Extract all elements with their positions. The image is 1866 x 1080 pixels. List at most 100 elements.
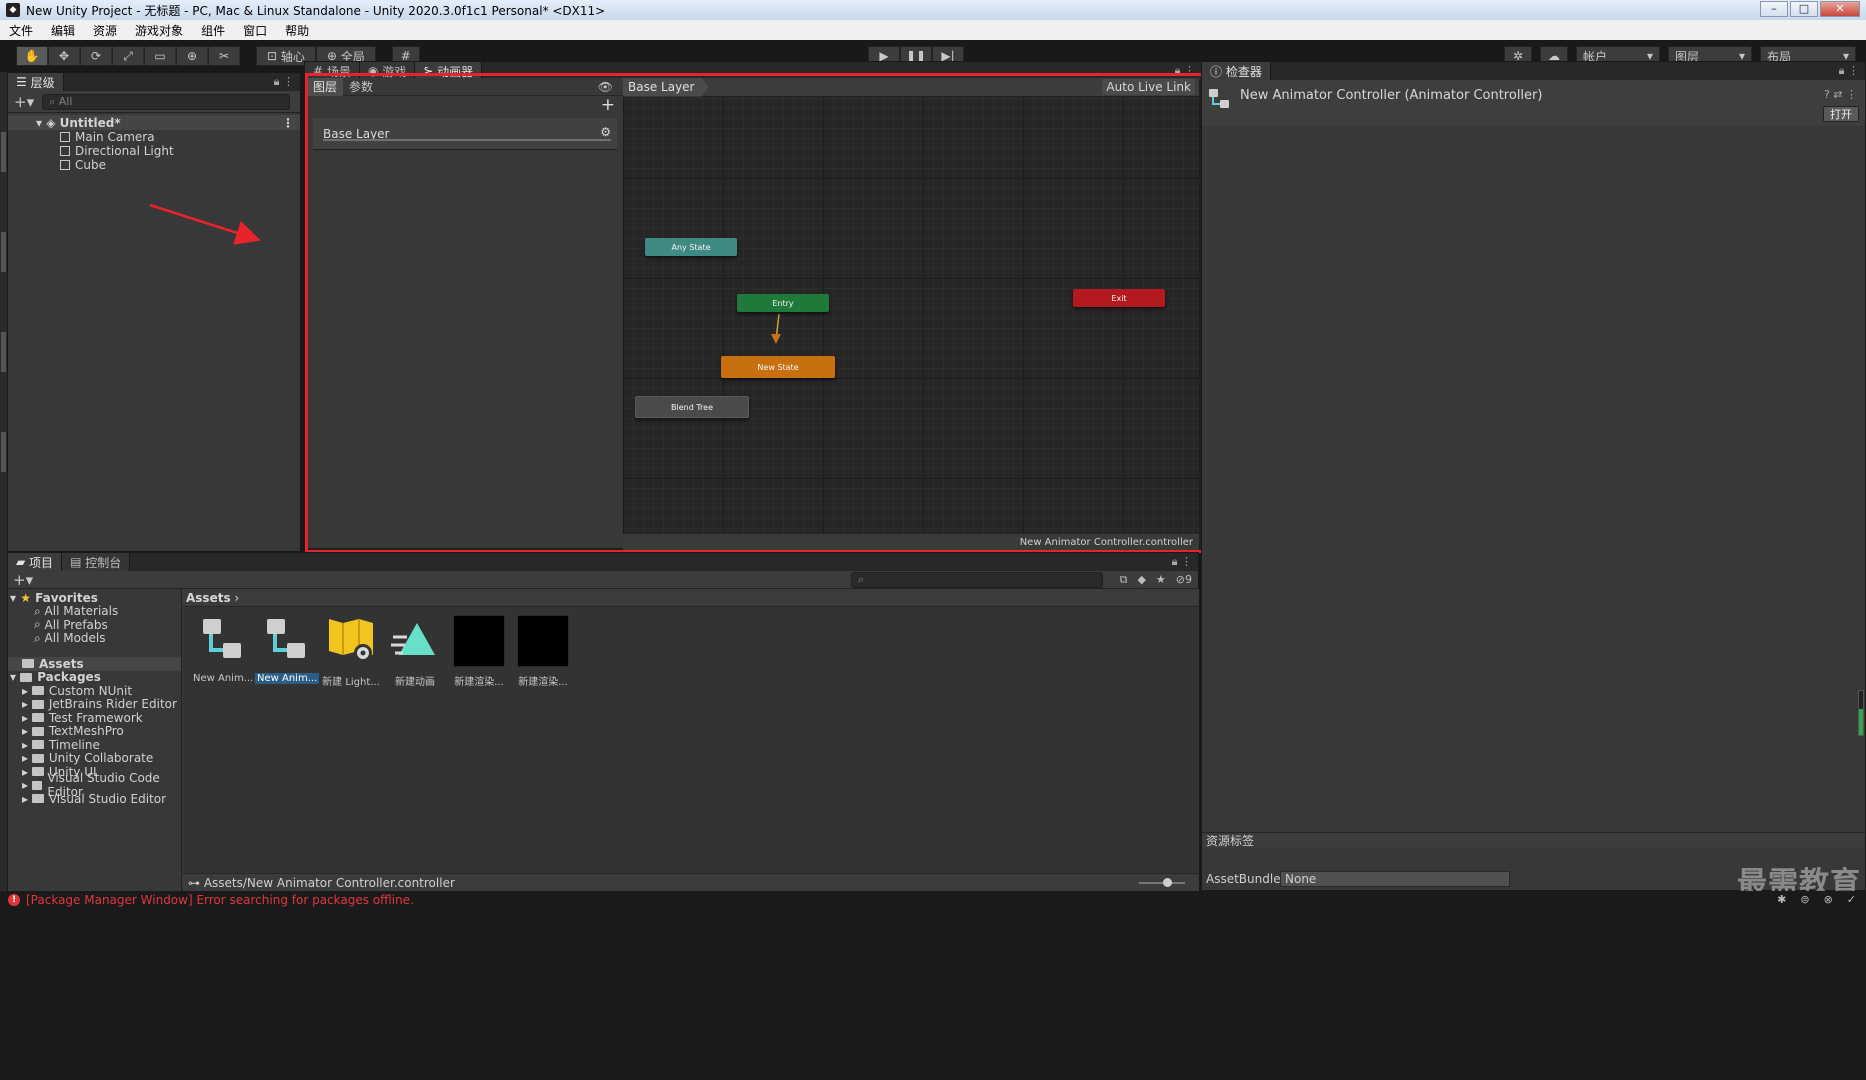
entry-node[interactable]: Entry xyxy=(737,294,829,312)
progress-icon[interactable]: ⊜ xyxy=(1800,893,1809,906)
tab-parameters[interactable]: 参数 xyxy=(343,78,379,96)
expand-arrow-icon[interactable]: ▸ xyxy=(22,697,32,711)
rect-tool-icon[interactable]: ▭ xyxy=(144,46,176,66)
assetbundle-value: None xyxy=(1285,872,1317,886)
package-item[interactable]: ▸ Visual Studio Code Editor xyxy=(8,771,181,799)
slider-handle[interactable] xyxy=(1163,878,1172,887)
hierarchy-item[interactable]: Main Camera xyxy=(8,130,300,144)
tab-hierarchy[interactable]: ☰ 层级 xyxy=(8,73,64,91)
menu-help[interactable]: 帮助 xyxy=(276,22,318,39)
tab-inspector[interactable]: ⓘ 检查器 xyxy=(1202,62,1271,80)
expand-arrow-icon[interactable]: ▸ xyxy=(22,711,32,725)
assets-folder-row[interactable]: Assets xyxy=(8,657,181,671)
hierarchy-item[interactable]: Cube xyxy=(8,158,300,172)
status-message[interactable]: ! [Package Manager Window] Error searchi… xyxy=(8,893,414,907)
package-item[interactable]: ▸ JetBrains Rider Editor xyxy=(8,697,181,711)
tab-console[interactable]: ▤ 控制台 xyxy=(62,553,131,571)
tab-project[interactable]: ▰ 项目 xyxy=(8,553,63,571)
menu-component[interactable]: 组件 xyxy=(192,22,234,39)
move-tool-icon[interactable]: ✥ xyxy=(48,46,80,66)
packages-folder-row[interactable]: ▾ Packages xyxy=(8,670,181,684)
breadcrumb-base-layer[interactable]: Base Layer xyxy=(623,77,709,97)
rotate-tool-icon[interactable]: ⟳ xyxy=(80,46,112,66)
close-button[interactable]: ✕ xyxy=(1820,1,1860,17)
asset-item[interactable]: 新建渲染... xyxy=(511,615,575,688)
expand-arrow-icon[interactable]: ▸ xyxy=(22,724,32,738)
hierarchy-search-input[interactable]: ⌕ All xyxy=(42,93,291,110)
help-settings-icons[interactable]: ? ⇄ ⋮ xyxy=(1824,88,1857,101)
gear-icon[interactable]: ⚙ xyxy=(600,125,611,139)
menu-assets[interactable]: 资源 xyxy=(84,22,126,39)
maximize-button[interactable]: □ xyxy=(1790,1,1818,17)
package-item[interactable]: ▸ Unity Collaborate xyxy=(8,751,181,765)
project-search-input[interactable]: ⌕ xyxy=(851,572,1103,588)
auto-live-link-button[interactable]: Auto Live Link xyxy=(1102,79,1195,95)
eye-icon[interactable]: 👁︎ xyxy=(592,78,619,96)
package-item[interactable]: ▸ TextMeshPro xyxy=(8,724,181,738)
asset-item[interactable]: 新建 Light... xyxy=(319,615,383,688)
menu-gameobject[interactable]: 游戏对象 xyxy=(126,22,192,39)
expand-arrow-icon[interactable]: ▾ xyxy=(10,670,20,684)
panel-lock-icon[interactable]: 🔒︎ ⋮ xyxy=(274,75,294,89)
scene-row[interactable]: ▾ ◈ Untitled* ⋮ xyxy=(8,115,300,130)
exit-node[interactable]: Exit xyxy=(1073,289,1165,307)
network-icon[interactable]: ⊗ xyxy=(1824,893,1833,906)
hand-tool-icon[interactable]: ✋ xyxy=(16,46,48,66)
assetbundle-dropdown[interactable]: None xyxy=(1280,871,1510,887)
blend-tree-node[interactable]: Blend Tree xyxy=(635,396,749,418)
filter-type-icon[interactable]: ⧉ xyxy=(1120,573,1128,587)
hidden-packages-icon[interactable]: ⊘9 xyxy=(1176,573,1192,587)
transform-tool-icon[interactable]: ⊕ xyxy=(176,46,208,66)
package-item[interactable]: ▸ Timeline xyxy=(8,738,181,752)
expand-arrow-icon[interactable]: ▸ xyxy=(22,684,32,698)
favorite-item[interactable]: ⌕ All Prefabs xyxy=(8,617,181,632)
scene-menu-icon[interactable]: ⋮ xyxy=(282,116,294,130)
add-layer-icon[interactable]: + xyxy=(601,95,615,115)
favorite-item[interactable]: ⌕ All Models xyxy=(8,631,181,646)
expand-arrow-icon[interactable]: ▸ xyxy=(22,778,32,792)
open-button[interactable]: 打开 xyxy=(1823,106,1859,122)
new-state-node[interactable]: New State xyxy=(721,356,835,378)
package-item[interactable]: ▸ Visual Studio Editor xyxy=(8,792,181,806)
menu-file[interactable]: 文件 xyxy=(0,22,42,39)
hierarchy-panel: ☰ 层级 🔒︎ ⋮ +▾ ⌕ All ▾ ◈ Untitled* ⋮ Main … xyxy=(7,72,301,552)
asset-item[interactable]: 新建动画 xyxy=(383,615,447,688)
add-icon[interactable]: +▾ xyxy=(13,571,33,589)
asset-labels-header[interactable]: 资源标签 xyxy=(1202,832,1865,848)
asset-item[interactable]: New Anim... xyxy=(191,615,255,684)
package-item[interactable]: ▸ Custom NUnit xyxy=(8,684,181,698)
expand-arrow-icon[interactable]: ▸ xyxy=(22,738,32,752)
hierarchy-item[interactable]: Directional Light xyxy=(8,144,300,158)
expand-arrow-icon[interactable]: ▾ xyxy=(36,116,46,130)
bug-icon[interactable]: ✱ xyxy=(1777,893,1786,906)
menu-edit[interactable]: 编辑 xyxy=(42,22,84,39)
package-item[interactable]: ▸ Test Framework xyxy=(8,711,181,725)
expand-arrow-icon[interactable]: ▾ xyxy=(10,591,20,605)
panel-lock-icon[interactable]: 🔒︎ ⋮ xyxy=(1172,555,1192,569)
icon-size-slider[interactable] xyxy=(1139,878,1185,887)
asset-item-selected[interactable]: New Anim... xyxy=(255,615,320,684)
expand-arrow-icon[interactable]: ▸ xyxy=(22,792,32,806)
panel-lock-icon[interactable]: 🔒︎ ⋮ xyxy=(1839,64,1859,78)
favorite-item[interactable]: ⌕ All Materials xyxy=(8,604,181,619)
expand-arrow-icon[interactable]: ▸ xyxy=(22,751,32,765)
add-icon[interactable]: +▾ xyxy=(14,93,34,111)
filter-label-icon[interactable]: ◆ xyxy=(1137,573,1145,587)
animator-graph[interactable]: Any State Entry Exit New State Blend Tre… xyxy=(623,78,1199,534)
favorites-row[interactable]: ▾ ★ Favorites xyxy=(8,591,181,605)
expand-arrow-icon[interactable]: ▸ xyxy=(22,765,32,779)
any-state-node[interactable]: Any State xyxy=(645,238,737,256)
scale-tool-icon[interactable]: ⤢ xyxy=(112,46,144,66)
tab-layers[interactable]: 图层 xyxy=(307,77,344,96)
panel-lock-icon[interactable]: 🔒︎ ⋮ xyxy=(1175,64,1195,78)
asset-item[interactable]: 新建渲染... xyxy=(447,615,511,688)
favorites-label: Favorites xyxy=(35,590,98,605)
favorite-star-icon[interactable]: ★ xyxy=(1156,573,1166,587)
breadcrumb-assets[interactable]: Assets xyxy=(186,591,231,605)
custom-tool-icon[interactable]: ✂ xyxy=(208,46,240,66)
layer-item-base[interactable]: Base Layer ⚙ xyxy=(313,118,617,150)
menu-window[interactable]: 窗口 xyxy=(234,22,276,39)
minimize-button[interactable]: – xyxy=(1760,1,1788,17)
tab-hierarchy-label: 层级 xyxy=(30,75,55,90)
check-icon[interactable]: ✓ xyxy=(1847,893,1856,906)
